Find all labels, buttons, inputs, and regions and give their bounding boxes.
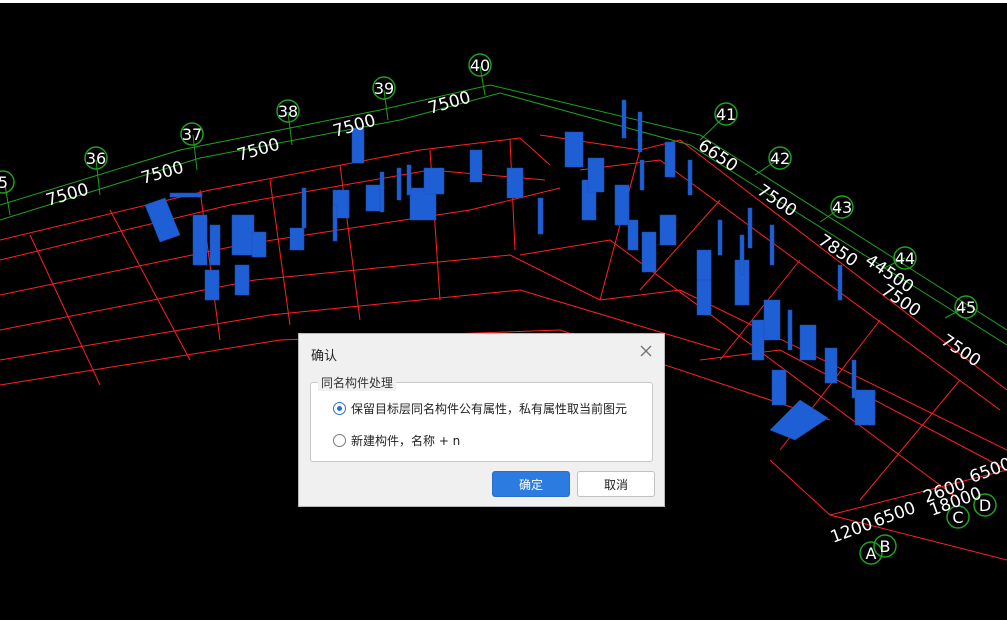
axis-label: 37	[182, 125, 202, 144]
radio-unselected-icon[interactable]	[333, 434, 346, 447]
axis-label: 38	[278, 102, 298, 121]
axis-label: 39	[374, 79, 394, 98]
dimension-label: 7500	[426, 88, 473, 119]
option-new-component[interactable]: 新建构件，名称 + n	[333, 432, 460, 449]
close-icon[interactable]	[636, 341, 656, 361]
option-label: 新建构件，名称 + n	[351, 434, 461, 448]
dialog-title: 确认	[311, 349, 338, 364]
option-label: 保留目标层同名构件公有属性，私有属性取当前图元	[351, 402, 628, 416]
dimension-label: 7500	[139, 158, 186, 189]
axis-label: 43	[832, 198, 852, 217]
axis-label: A	[866, 544, 877, 563]
dimension-label: 7500	[235, 135, 282, 166]
dimension-label: 7500	[44, 180, 91, 211]
axis-label: 42	[770, 149, 790, 168]
ok-button[interactable]: 确定	[492, 471, 570, 497]
axis-label: 44	[895, 249, 915, 268]
dimension-label: 7500	[753, 181, 800, 222]
3d-model-viewport[interactable]: 5 36 37 38 39 40 41 42 43 44 45 A B C D …	[0, 3, 1007, 620]
confirm-dialog: 确认 同名构件处理 保留目标层同名构件公有属性，私有属性取当前图元 新建构件，名…	[298, 333, 665, 507]
axis-label: B	[880, 537, 891, 556]
radio-selected-icon[interactable]	[333, 402, 346, 415]
axis-label: 45	[956, 298, 976, 317]
option-keep-target-attributes[interactable]: 保留目标层同名构件公有属性，私有属性取当前图元	[333, 400, 627, 417]
axis-label: 36	[86, 149, 106, 168]
axis-label: 41	[716, 105, 736, 124]
dimension-label: 6650	[694, 136, 741, 177]
axis-label: 5	[0, 173, 8, 192]
dimension-label: 7500	[937, 331, 984, 372]
dimension-label: 7850	[814, 231, 861, 272]
option-group-title: 同名构件处理	[318, 374, 397, 391]
cancel-button[interactable]: 取消	[577, 471, 655, 497]
axis-label: 40	[470, 56, 490, 75]
option-group	[310, 382, 653, 462]
